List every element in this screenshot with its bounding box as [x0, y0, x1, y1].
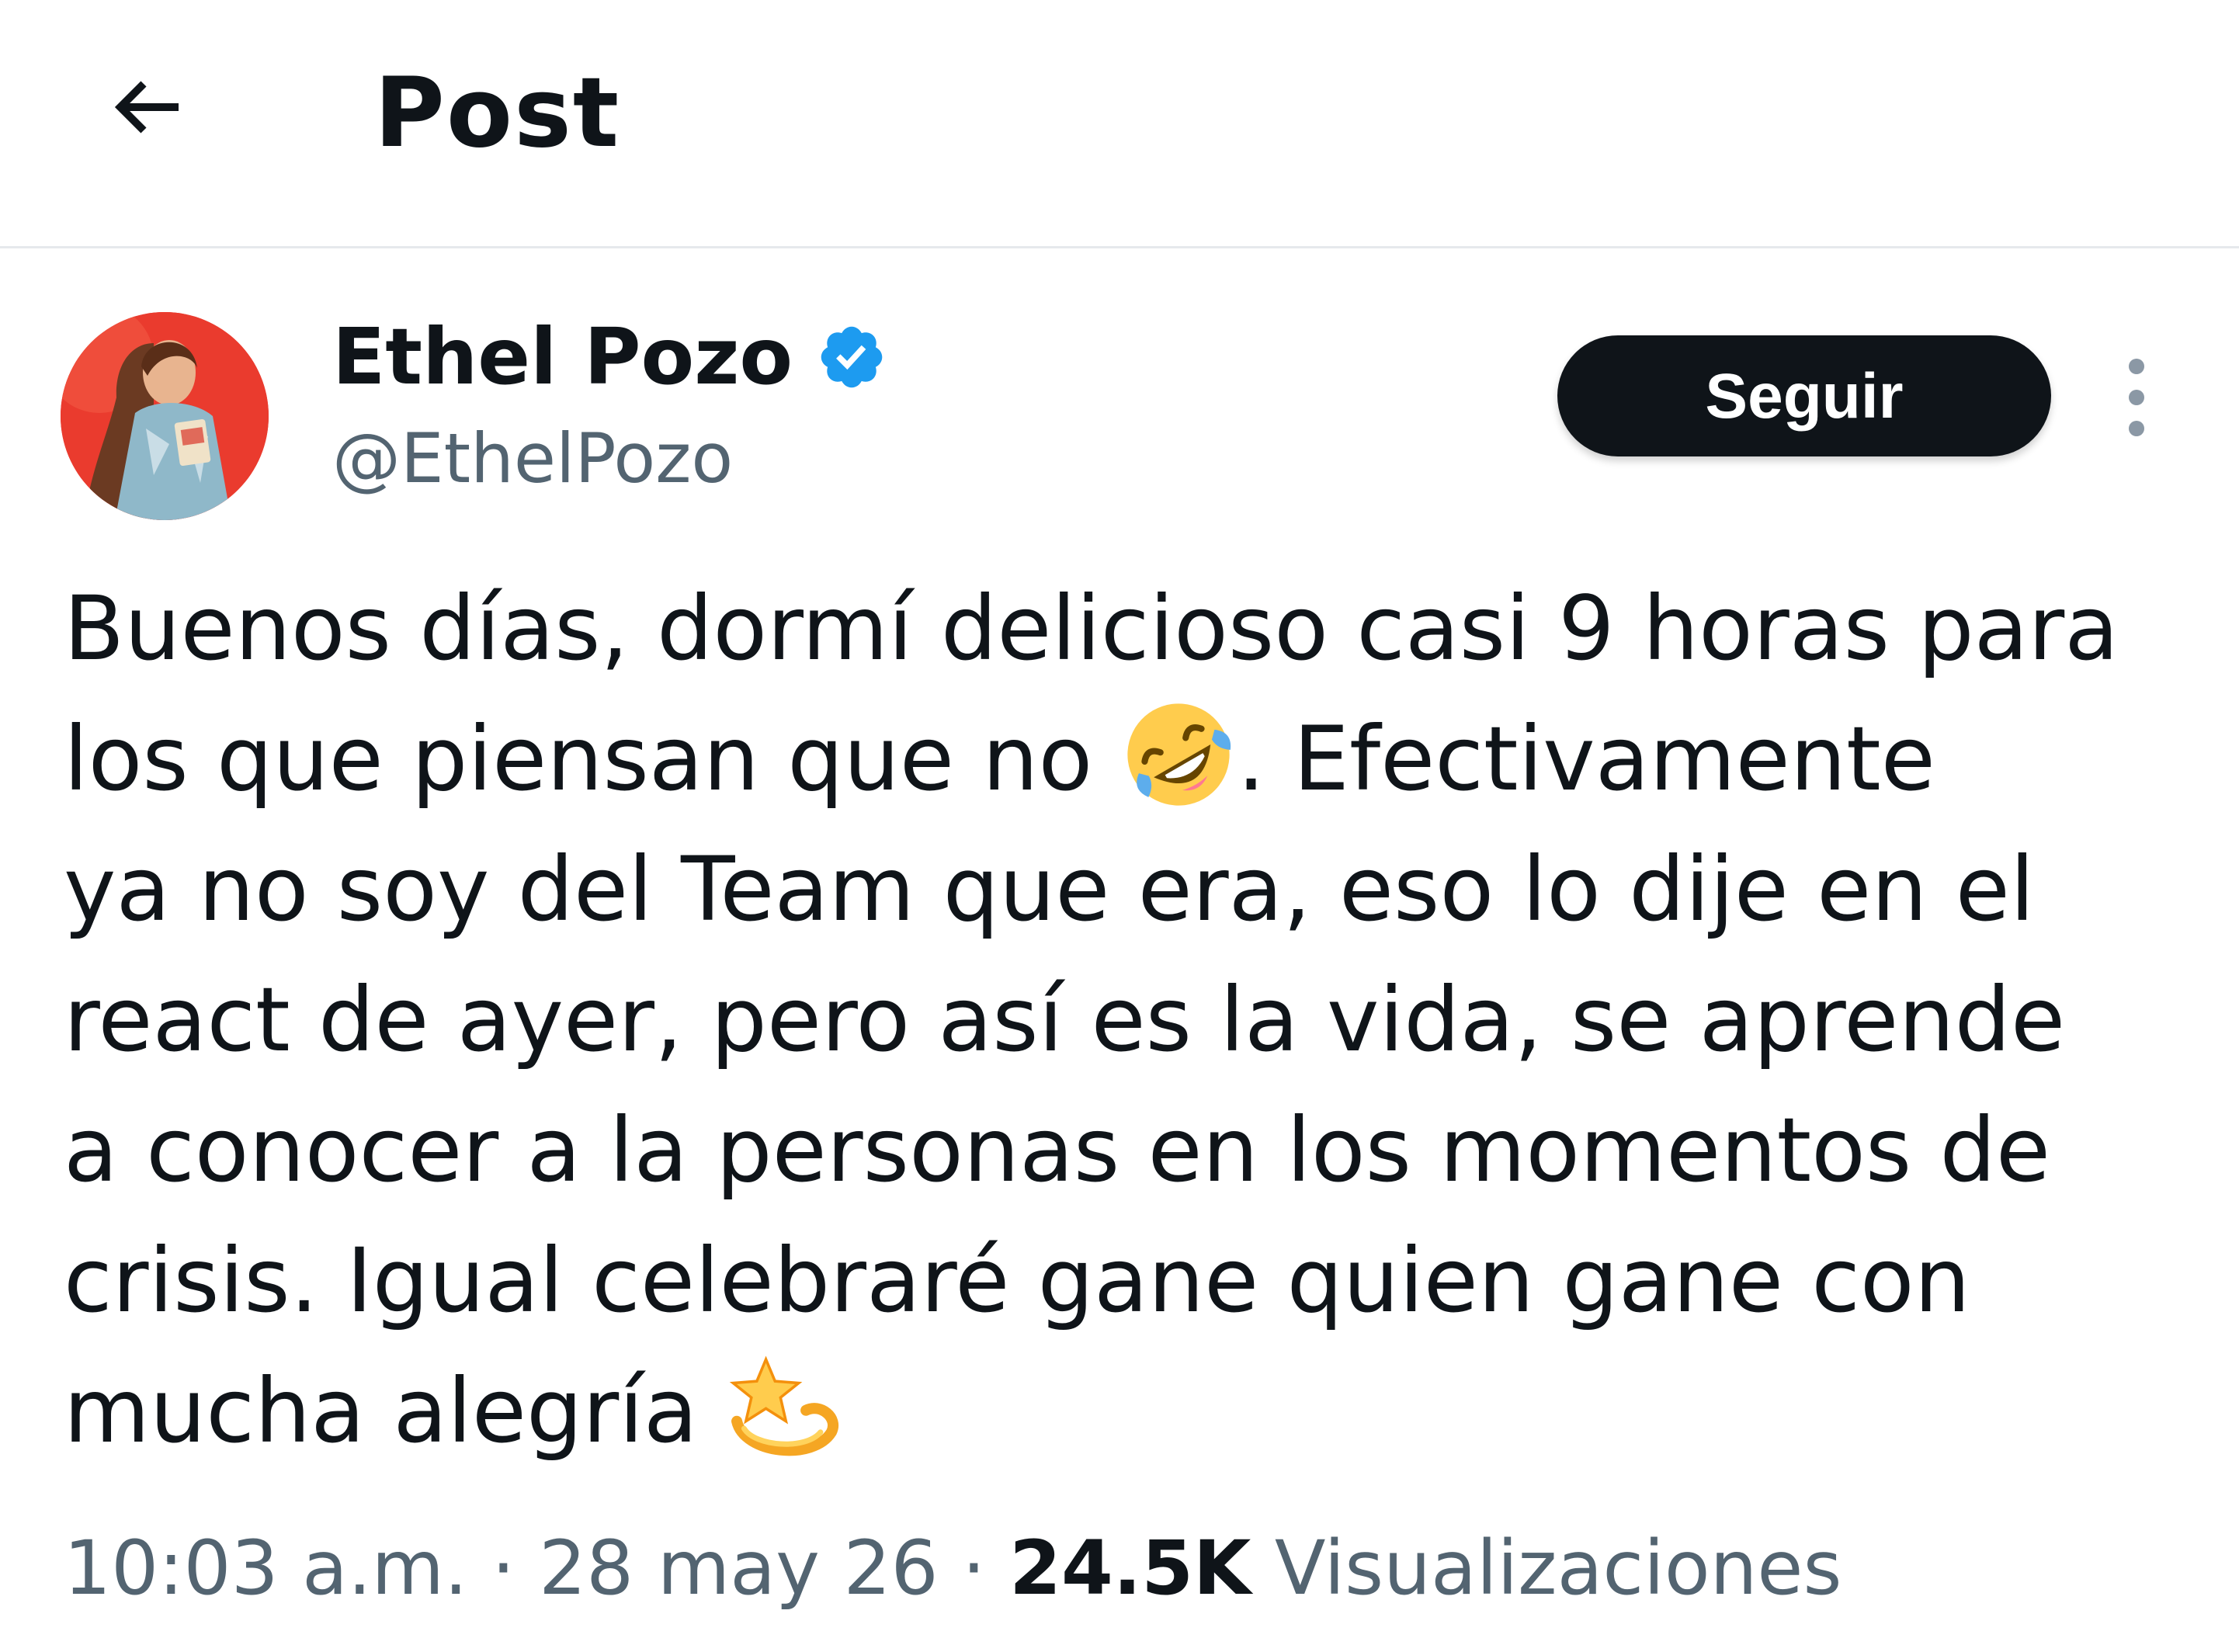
views-count[interactable]: 24.5K — [1009, 1525, 1251, 1612]
views-label[interactable]: Visualizaciones — [1251, 1525, 1842, 1612]
post-text-line: los que piensan que no . Efectivamente — [64, 694, 2222, 824]
author-name-row: Ethel Pozo — [332, 311, 887, 404]
rolling-on-floor-laughing-emoji — [1120, 696, 1237, 813]
post-time[interactable]: 10:03 a.m. — [64, 1525, 468, 1612]
follow-button[interactable]: Seguir — [1557, 335, 2051, 456]
post-text-line: mucha alegría — [64, 1346, 2222, 1477]
more-vertical-icon — [2105, 351, 2168, 444]
post-meta: 10:03 a.m. · 28 may 26 · 24.5K Visualiza… — [64, 1514, 1842, 1622]
more-options-button[interactable] — [2105, 351, 2168, 444]
post-text-line: crisis. Igual celebraré gane quien gane … — [64, 1229, 1970, 1332]
post-text: Buenos días, dormí delicioso casi 9 hora… — [64, 564, 2222, 1477]
post-text-line: Buenos días, dormí delicioso casi 9 hora… — [64, 577, 2119, 680]
post-text-line: a conocer a la personas en los momentos … — [64, 1098, 2051, 1202]
verified-badge-icon[interactable] — [816, 321, 887, 393]
meta-separator: · — [938, 1525, 1010, 1612]
post-text-segment: . Efectivamente — [1237, 707, 1935, 810]
post-text-line: ya no soy del Team que era, eso lo dije … — [64, 838, 2035, 941]
author-name[interactable]: Ethel Pozo — [332, 311, 793, 404]
post-text-segment: mucha alegría — [64, 1359, 726, 1463]
post-text-segment: los que piensan que no — [64, 707, 1121, 810]
top-bar: Post — [0, 0, 2239, 248]
dizzy-star-emoji — [726, 1348, 842, 1465]
arrow-left-icon — [101, 61, 194, 157]
author-handle[interactable]: @EthelPozo — [332, 416, 733, 502]
back-button[interactable] — [85, 47, 210, 171]
post-text-line: react de ayer, pero así es la vida, se a… — [64, 968, 2066, 1071]
page-title: Post — [374, 57, 621, 169]
meta-separator: · — [467, 1525, 540, 1612]
post-date[interactable]: 28 may 26 — [539, 1525, 939, 1612]
avatar[interactable] — [61, 312, 269, 520]
